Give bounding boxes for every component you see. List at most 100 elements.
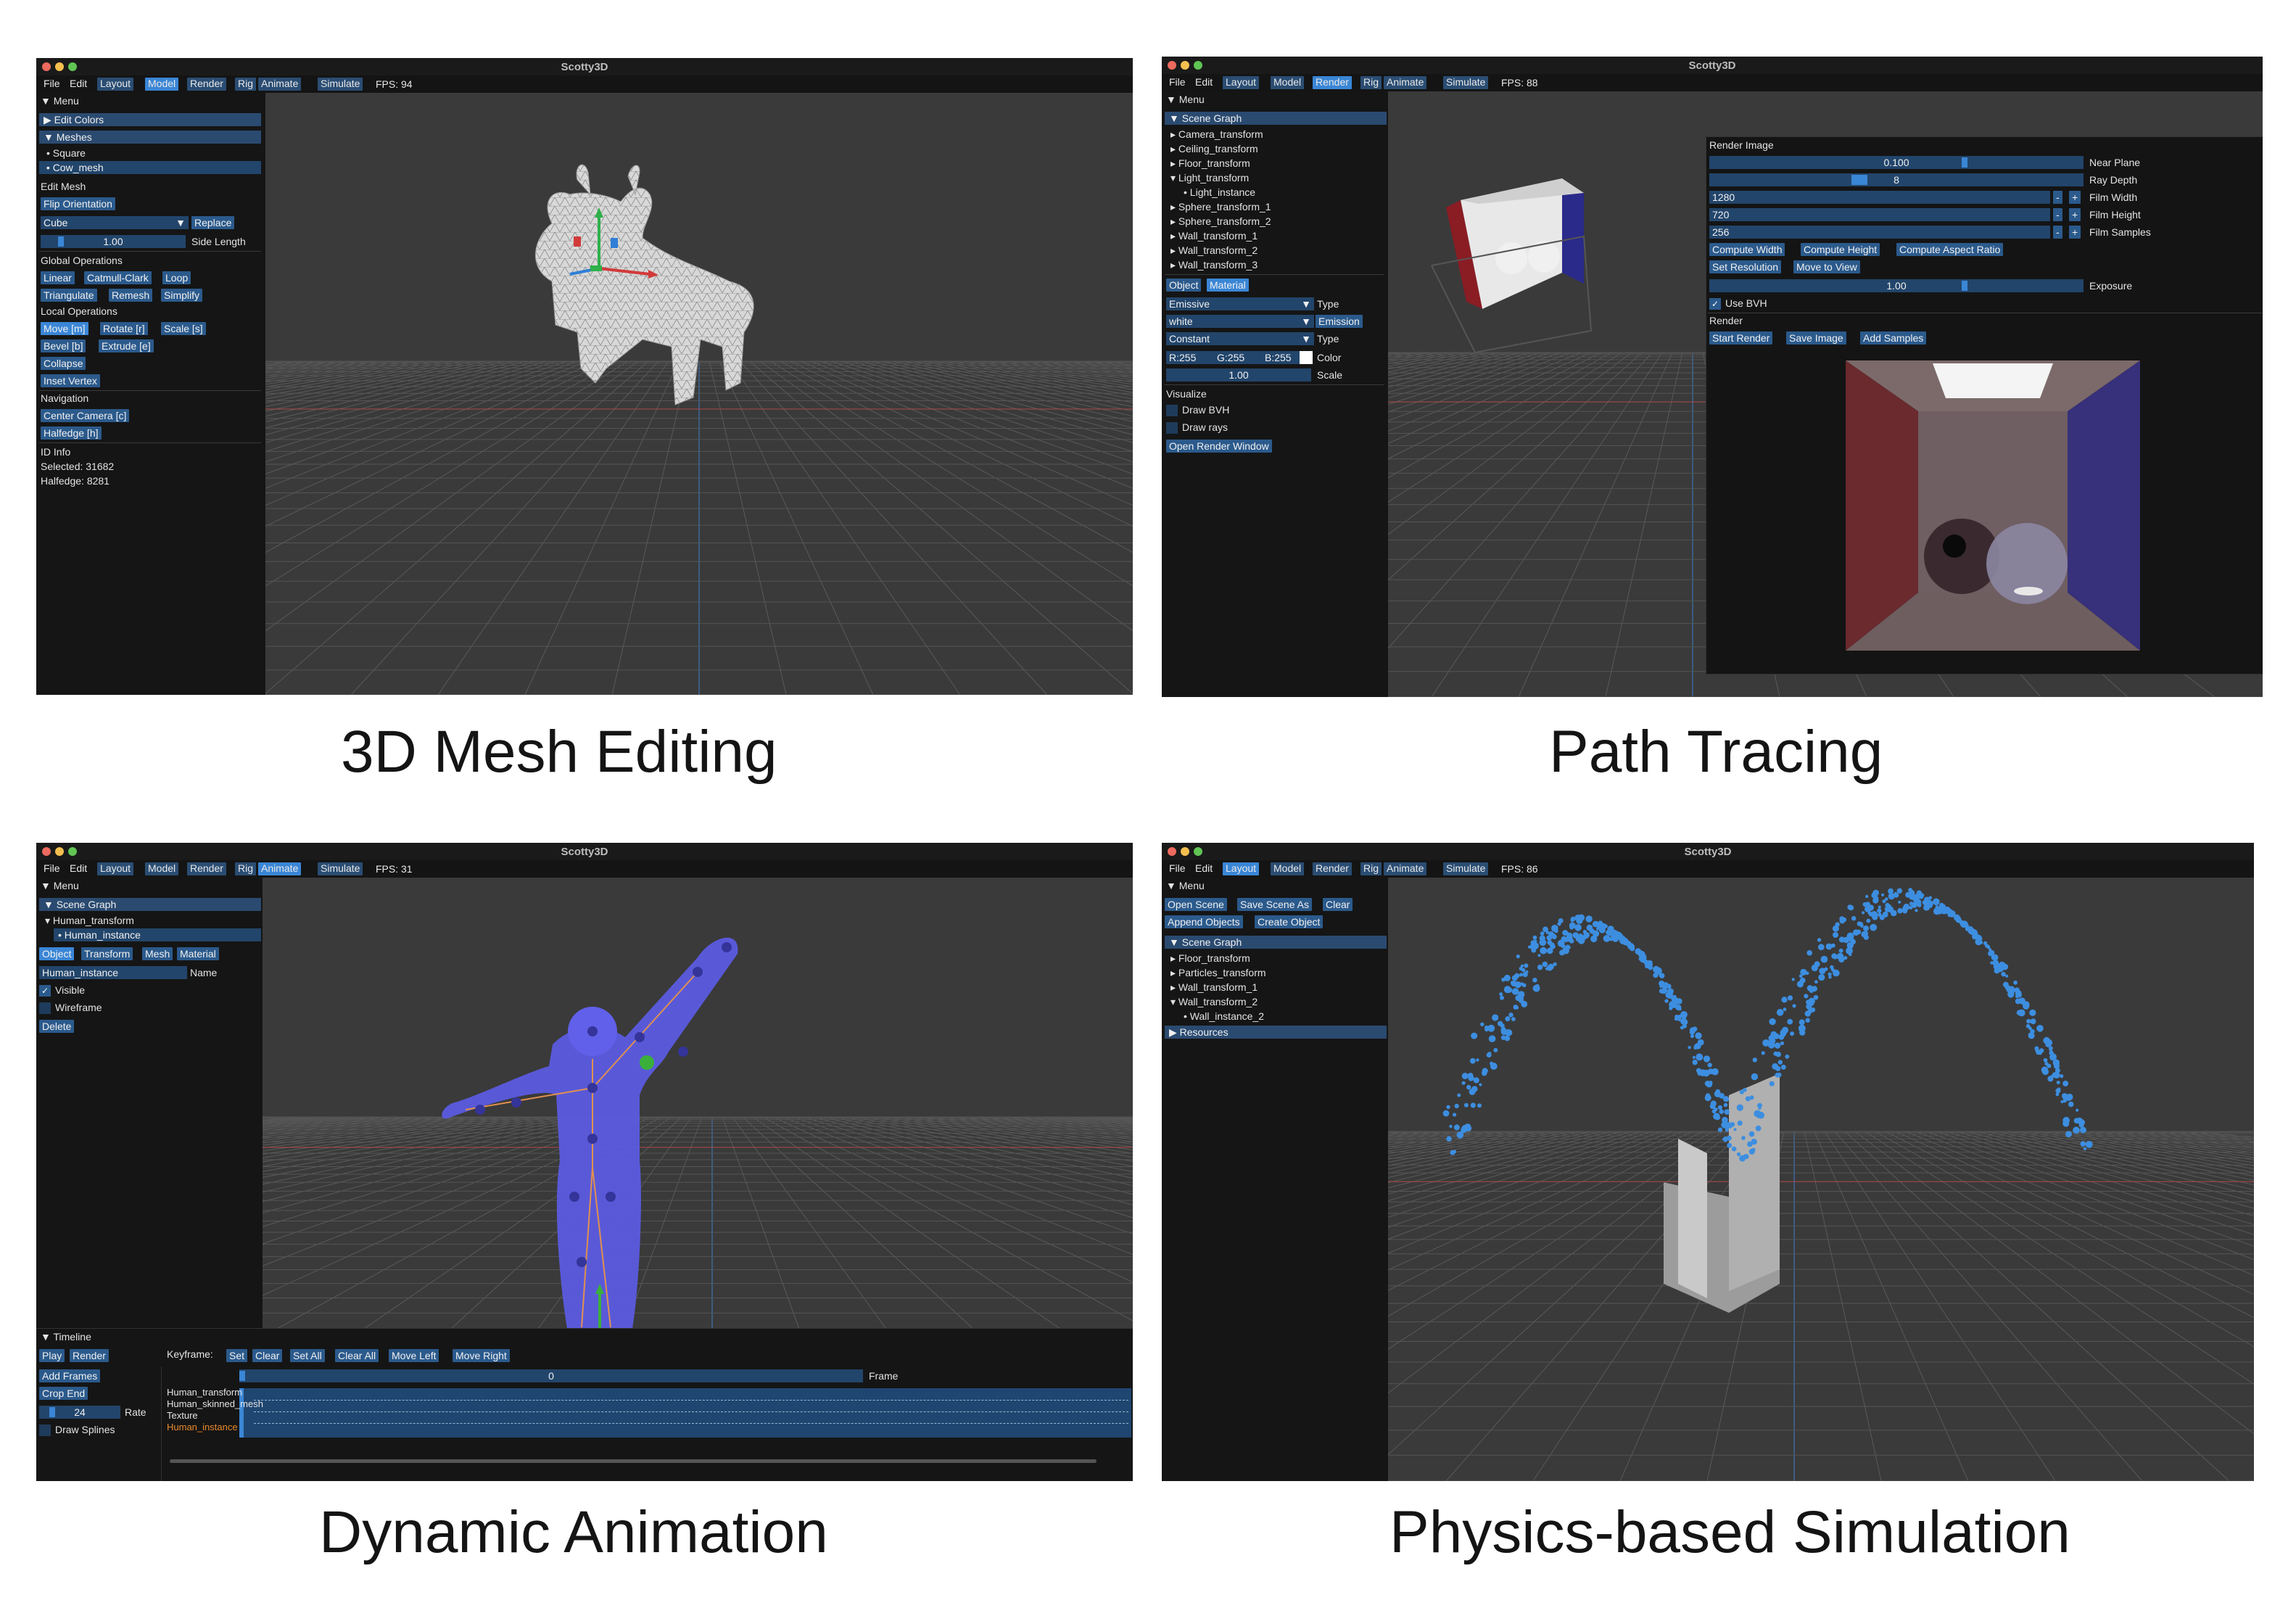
tab-transform[interactable]: Transform [81, 947, 133, 960]
slider-grab-icon[interactable] [58, 236, 64, 247]
menu-header[interactable]: ▼ Menu [1166, 879, 1205, 892]
tab-object[interactable]: Object [1166, 279, 1202, 292]
menu-render[interactable]: Render [1313, 76, 1352, 89]
meshes-header[interactable]: ▼ Meshes [39, 131, 261, 144]
tree-item[interactable]: ▸ Floor_transform [1170, 952, 1250, 965]
open-render-window-button[interactable]: Open Render Window [1166, 440, 1272, 453]
menu-rig[interactable]: Rig [1360, 76, 1382, 89]
tree-item[interactable]: ▸ Wall_transform_2 [1170, 244, 1258, 257]
tree-item[interactable]: ▾ Light_transform [1170, 171, 1249, 184]
menu-file[interactable]: File [41, 78, 63, 91]
menu-animate[interactable]: Animate [258, 862, 302, 875]
catmull-clark-button[interactable]: Catmull-Clark [84, 271, 152, 284]
menu-layout[interactable]: Layout [1223, 862, 1260, 875]
shape-select[interactable]: Cube ▼ [41, 216, 189, 229]
menu-render[interactable]: Render [187, 78, 226, 91]
menu-model[interactable]: Model [145, 862, 179, 875]
keyframe-set-button[interactable]: Set [226, 1349, 248, 1362]
color-r-field[interactable]: R:255 [1166, 351, 1214, 364]
simplify-button[interactable]: Simplify [161, 289, 203, 302]
resources-header[interactable]: ▶ Resources [1165, 1026, 1387, 1039]
tab-material[interactable]: Material [1207, 279, 1249, 292]
open-scene-button[interactable]: Open Scene [1165, 898, 1227, 911]
film-height-field[interactable]: 720 [1709, 208, 2050, 221]
slider-grab-icon[interactable] [239, 1371, 245, 1381]
tab-mesh[interactable]: Mesh [142, 947, 173, 960]
save-image-button[interactable]: Save Image [1786, 331, 1846, 345]
linear-button[interactable]: Linear [41, 271, 75, 284]
menu-layout[interactable]: Layout [97, 78, 134, 91]
menu-edit[interactable]: Edit [67, 78, 90, 91]
tree-item-selected[interactable]: • Human_instance [54, 928, 261, 941]
side-length-slider[interactable]: 1.00 [41, 235, 186, 248]
draw-splines-checkbox[interactable] [39, 1424, 51, 1436]
color-g-field[interactable]: G:255 [1214, 351, 1262, 364]
exposure-slider[interactable]: 1.00 [1709, 279, 2084, 292]
create-object-button[interactable]: Create Object [1255, 915, 1323, 928]
inset-vertex-button[interactable]: Inset Vertex [41, 374, 100, 387]
crop-end-button[interactable]: Crop End [39, 1387, 88, 1400]
menu-rig[interactable]: Rig [235, 862, 257, 875]
delete-button[interactable]: Delete [39, 1020, 75, 1033]
scene-graph-header[interactable]: ▼ Scene Graph [1165, 112, 1387, 125]
tree-item[interactable]: ▸ Sphere_transform_2 [1170, 215, 1271, 228]
slider-grab-icon[interactable] [1962, 281, 1967, 291]
film-height-minus[interactable]: - [2053, 208, 2062, 221]
replace-button[interactable]: Replace [191, 216, 235, 229]
compute-height-button[interactable]: Compute Height [1801, 243, 1880, 256]
texture-select[interactable]: white ▼ [1166, 315, 1314, 328]
ray-depth-slider[interactable]: 8 [1709, 173, 2084, 186]
tree-item[interactable]: • Light_instance [1184, 186, 1255, 199]
slider-grab-icon[interactable] [1962, 157, 1967, 168]
scale-slider[interactable]: 1.00 [1166, 368, 1311, 382]
wireframe-checkbox[interactable] [39, 1002, 51, 1014]
menu-header[interactable]: ▼ Menu [41, 879, 79, 892]
menu-simulate[interactable]: Simulate [318, 78, 363, 91]
menu-file[interactable]: File [1166, 862, 1189, 875]
menu-layout[interactable]: Layout [97, 862, 134, 875]
slider-grab-icon[interactable] [49, 1407, 55, 1417]
menu-model[interactable]: Model [1271, 76, 1305, 89]
horizontal-scrollbar[interactable] [170, 1459, 1097, 1463]
loop-button[interactable]: Loop [162, 271, 191, 284]
film-height-plus[interactable]: + [2069, 208, 2081, 221]
mesh-item-square[interactable]: • Square [46, 147, 86, 160]
constant-select[interactable]: Constant ▼ [1166, 332, 1314, 345]
menu-header[interactable]: ▼ Menu [41, 94, 79, 107]
render-button[interactable]: Render [70, 1349, 109, 1362]
keyframe-clear-all-button[interactable]: Clear All [335, 1349, 379, 1362]
menu-simulate[interactable]: Simulate [1443, 862, 1489, 875]
tab-material[interactable]: Material [177, 947, 219, 960]
name-field[interactable]: Human_instance [39, 966, 187, 979]
rotate-button[interactable]: Rotate [r] [100, 322, 148, 335]
viewport-3d[interactable] [265, 93, 1133, 695]
keyframe-move-right-button[interactable]: Move Right [453, 1349, 510, 1362]
menu-animate[interactable]: Animate [1384, 862, 1427, 875]
use-bvh-checkbox[interactable]: ✓ [1709, 298, 1721, 310]
flip-orientation-button[interactable]: Flip Orientation [41, 197, 115, 210]
color-swatch[interactable] [1300, 351, 1313, 364]
save-scene-as-button[interactable]: Save Scene As [1237, 898, 1312, 911]
halfedge-button[interactable]: Halfedge [h] [41, 426, 102, 440]
triangulate-button[interactable]: Triangulate [41, 289, 97, 302]
menu-layout[interactable]: Layout [1223, 76, 1260, 89]
menu-file[interactable]: File [1166, 76, 1189, 89]
compute-width-button[interactable]: Compute Width [1709, 243, 1785, 256]
edit-colors-header[interactable]: ▶ Edit Colors [39, 113, 261, 126]
menu-render[interactable]: Render [1313, 862, 1352, 875]
tree-item[interactable]: ▸ Ceiling_transform [1170, 142, 1258, 155]
menu-model[interactable]: Model [145, 78, 179, 91]
extrude-button[interactable]: Extrude [e] [99, 339, 154, 352]
film-width-minus[interactable]: - [2053, 191, 2062, 204]
tab-object[interactable]: Object [39, 947, 75, 960]
slider-grab-icon[interactable] [1851, 175, 1867, 185]
append-objects-button[interactable]: Append Objects [1165, 915, 1243, 928]
start-render-button[interactable]: Start Render [1709, 331, 1773, 345]
rate-slider[interactable]: 24 [39, 1406, 120, 1419]
menu-rig[interactable]: Rig [235, 78, 257, 91]
tree-item[interactable]: ▸ Sphere_transform_1 [1170, 200, 1271, 213]
tree-item[interactable]: ▸ Particles_transform [1170, 966, 1266, 979]
menu-edit[interactable]: Edit [1192, 862, 1215, 875]
center-camera-button[interactable]: Center Camera [c] [41, 409, 130, 422]
menu-rig[interactable]: Rig [1360, 862, 1382, 875]
